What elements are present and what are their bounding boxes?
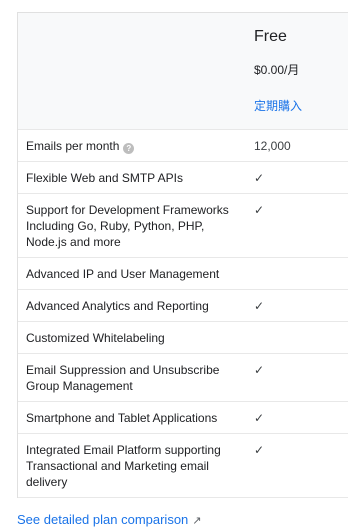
feature-row: Smartphone and Tablet Applications ✓ bbox=[18, 402, 348, 434]
feature-value: 12,000 bbox=[254, 139, 291, 153]
feature-label: Support for Development Frameworks Inclu… bbox=[26, 203, 229, 249]
check-icon: ✓ bbox=[254, 203, 265, 217]
feature-row: Customized Whitelabeling bbox=[18, 322, 348, 354]
feature-row: Email Suppression and Unsubscribe Group … bbox=[18, 354, 348, 402]
feature-label: Email Suppression and Unsubscribe Group … bbox=[26, 363, 220, 393]
check-icon: ✓ bbox=[254, 363, 265, 377]
feature-row: Emails per month? 12,000 bbox=[18, 130, 348, 162]
feature-label: Advanced IP and User Management bbox=[26, 267, 220, 281]
feature-row: Advanced IP and User Management bbox=[18, 258, 348, 290]
subscribe-link[interactable]: 定期購入 bbox=[254, 97, 302, 114]
plan-price: $0.00/月 bbox=[254, 63, 300, 77]
external-link-icon: ↗ bbox=[192, 515, 202, 527]
check-icon: ✓ bbox=[254, 171, 265, 185]
feature-row: Flexible Web and SMTP APIs ✓ bbox=[18, 162, 348, 194]
plan-name: Free bbox=[254, 28, 287, 45]
plan-header: Free $0.00/月 定期購入 bbox=[18, 13, 348, 130]
help-icon[interactable]: ? bbox=[123, 143, 135, 154]
check-icon: ✓ bbox=[254, 443, 265, 457]
feature-label: Emails per month? bbox=[26, 138, 236, 154]
pricing-card: Free $0.00/月 定期購入 Emails per month? 12,0… bbox=[17, 12, 348, 498]
check-icon: ✓ bbox=[254, 411, 265, 425]
feature-label: Flexible Web and SMTP APIs bbox=[26, 171, 183, 185]
feature-label: Integrated Email Platform supporting Tra… bbox=[26, 443, 221, 489]
feature-row: Integrated Email Platform supporting Tra… bbox=[18, 434, 348, 498]
feature-label: Advanced Analytics and Reporting bbox=[26, 299, 209, 313]
feature-row: Support for Development Frameworks Inclu… bbox=[18, 194, 348, 258]
feature-label: Smartphone and Tablet Applications bbox=[26, 411, 218, 425]
plan-comparison-link[interactable]: See detailed plan comparison ↗ bbox=[17, 512, 202, 527]
feature-label-text: Emails per month bbox=[26, 139, 120, 153]
plan-comparison-label[interactable]: See detailed plan comparison bbox=[17, 512, 188, 527]
feature-row: Advanced Analytics and Reporting ✓ bbox=[18, 290, 348, 322]
feature-label: Customized Whitelabeling bbox=[26, 331, 165, 345]
check-icon: ✓ bbox=[254, 299, 265, 313]
